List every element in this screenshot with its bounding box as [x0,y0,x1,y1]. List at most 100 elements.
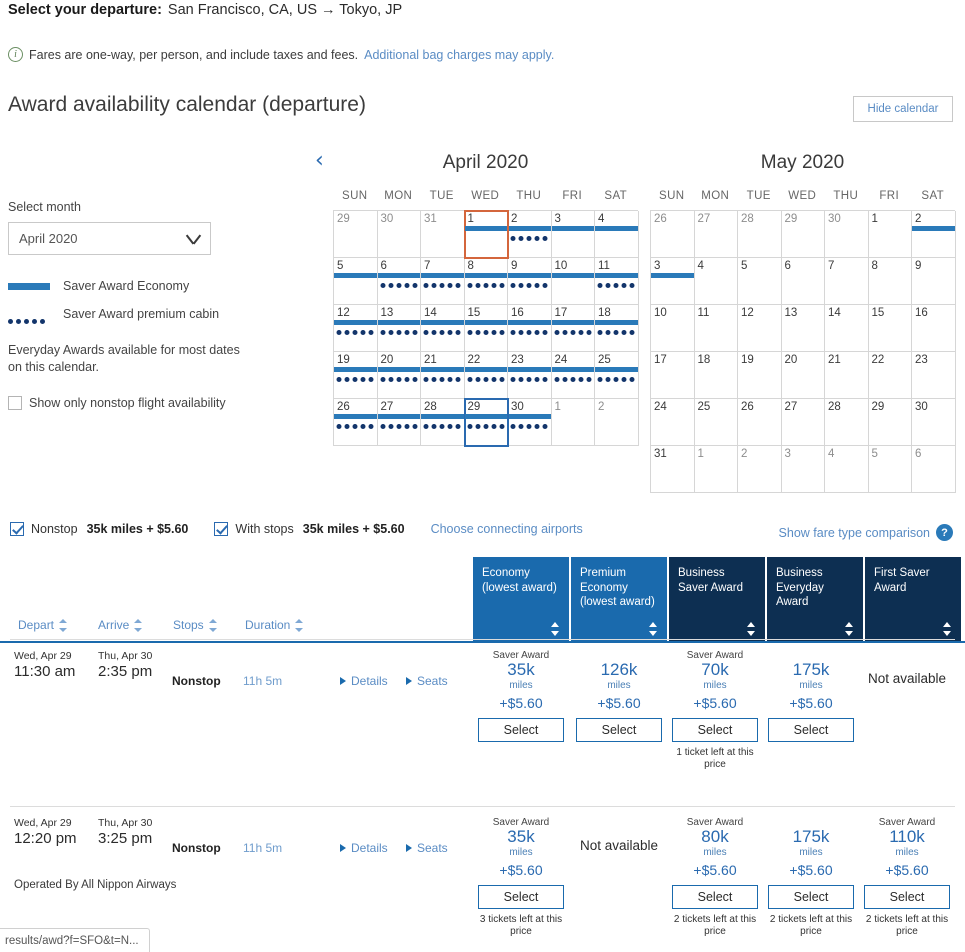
calendar-day-cell[interactable]: 30 [508,399,552,446]
sort-arrows-icon[interactable] [134,618,143,632]
calendar-day-cell[interactable]: 6 [781,258,825,305]
calendar-day-cell[interactable]: 3 [651,258,695,305]
calendar-day-cell[interactable]: 19 [738,352,782,399]
month-select-dropdown[interactable]: April 2020 [8,222,211,255]
select-button[interactable]: Select [576,717,662,742]
calendar-day-cell[interactable]: 1 [694,446,738,493]
calendar-day-cell[interactable]: 9 [912,258,956,305]
select-button[interactable]: Select [478,884,564,909]
select-button[interactable]: Select [864,884,950,909]
calendar-day-cell[interactable]: 30 [377,211,421,258]
calendar-day-cell[interactable]: 18 [694,352,738,399]
calendar-day-cell[interactable]: 17 [551,305,595,352]
choose-connecting-airports-link[interactable]: Choose connecting airports [431,522,583,536]
select-button[interactable]: Select [672,717,758,742]
calendar-day-cell[interactable]: 15 [464,305,508,352]
calendar-day-cell[interactable]: 29 [463,398,509,447]
calendar-day-cell[interactable]: 16 [912,305,956,352]
calendar-day-cell[interactable]: 1 [868,211,912,258]
nonstop-only-checkbox[interactable] [8,395,22,410]
calendar-day-cell[interactable]: 31 [421,211,465,258]
calendar-day-cell[interactable]: 25 [595,352,639,399]
seats-button[interactable]: Seats [406,674,448,688]
calendar-day-cell[interactable]: 31 [651,446,695,493]
calendar-day-cell[interactable]: 1 [463,210,509,259]
calendar-day-cell[interactable]: 26 [334,399,378,446]
calendar-day-cell[interactable]: 27 [377,399,421,446]
calendar-day-cell[interactable]: 27 [694,211,738,258]
calendar-day-cell[interactable]: 20 [781,352,825,399]
calendar-day-cell[interactable]: 11 [595,258,639,305]
calendar-day-cell[interactable]: 4 [825,446,869,493]
calendar-day-cell[interactable]: 8 [464,258,508,305]
calendar-day-cell[interactable]: 30 [912,399,956,446]
calendar-day-cell[interactable]: 12 [738,305,782,352]
select-button[interactable]: Select [768,717,854,742]
calendar-day-cell[interactable]: 13 [781,305,825,352]
details-button[interactable]: Details [340,841,388,855]
calendar-day-cell[interactable]: 2 [738,446,782,493]
calendar-day-cell[interactable]: 28 [825,399,869,446]
calendar-day-cell[interactable]: 29 [334,211,378,258]
bag-charges-link[interactable]: Additional bag charges may apply. [364,48,554,62]
calendar-day-cell[interactable]: 16 [508,305,552,352]
nonstop-only-checkbox-row[interactable]: Show only nonstop flight availability [8,395,318,410]
select-button[interactable]: Select [478,717,564,742]
sort-header-depart[interactable]: Depart [18,618,68,632]
calendar-day-cell[interactable]: 5 [868,446,912,493]
calendar-day-cell[interactable]: 28 [738,211,782,258]
calendar-day-cell[interactable]: 14 [421,305,465,352]
calendar-day-cell[interactable]: 4 [694,258,738,305]
sort-arrows-icon[interactable] [59,618,68,632]
calendar-day-cell[interactable]: 27 [781,399,825,446]
calendar-day-cell[interactable]: 22 [868,352,912,399]
calendar-day-cell[interactable]: 2 [912,211,956,258]
prev-month-arrow-icon[interactable]: ‹ [315,150,324,172]
calendar-day-cell[interactable]: 21 [825,352,869,399]
calendar-day-cell[interactable]: 21 [421,352,465,399]
calendar-day-cell[interactable]: 20 [377,352,421,399]
calendar-day-cell[interactable]: 30 [825,211,869,258]
fare-comparison-row[interactable]: Show fare type comparison ? [779,524,953,541]
calendar-day-cell[interactable]: 7 [421,258,465,305]
select-button[interactable]: Select [768,884,854,909]
calendar-day-cell[interactable]: 6 [912,446,956,493]
sort-arrows-icon[interactable] [295,618,304,632]
calendar-day-cell[interactable]: 23 [912,352,956,399]
seats-button[interactable]: Seats [406,841,448,855]
calendar-day-cell[interactable]: 6 [377,258,421,305]
calendar-day-cell[interactable]: 7 [825,258,869,305]
calendar-day-cell[interactable]: 2 [508,211,552,258]
sort-header-stops[interactable]: Stops [173,618,217,632]
calendar-day-cell[interactable]: 4 [595,211,639,258]
calendar-day-cell[interactable]: 8 [868,258,912,305]
calendar-day-cell[interactable]: 18 [595,305,639,352]
nonstop-filter-checkbox[interactable] [10,522,24,536]
sort-header-arrive[interactable]: Arrive [98,618,143,632]
calendar-day-cell[interactable]: 3 [781,446,825,493]
calendar-day-cell[interactable]: 28 [421,399,465,446]
calendar-day-cell[interactable]: 25 [694,399,738,446]
select-button[interactable]: Select [672,884,758,909]
details-button[interactable]: Details [340,674,388,688]
calendar-day-cell[interactable]: 12 [334,305,378,352]
calendar-day-cell[interactable]: 11 [694,305,738,352]
calendar-day-cell[interactable]: 19 [334,352,378,399]
calendar-day-cell[interactable]: 29 [781,211,825,258]
calendar-day-cell[interactable]: 10 [651,305,695,352]
calendar-day-cell[interactable]: 14 [825,305,869,352]
sort-arrows-icon[interactable] [208,618,217,632]
calendar-day-cell[interactable]: 29 [868,399,912,446]
calendar-day-cell[interactable]: 17 [651,352,695,399]
show-fare-comparison-link[interactable]: Show fare type comparison [779,526,930,540]
calendar-day-cell[interactable]: 24 [551,352,595,399]
calendar-day-cell[interactable]: 2 [595,399,639,446]
hide-calendar-button[interactable]: Hide calendar [853,96,953,122]
calendar-day-cell[interactable]: 26 [651,211,695,258]
calendar-day-cell[interactable]: 13 [377,305,421,352]
calendar-day-cell[interactable]: 1 [551,399,595,446]
sort-header-duration[interactable]: Duration [245,618,304,632]
calendar-day-cell[interactable]: 15 [868,305,912,352]
calendar-day-cell[interactable]: 5 [334,258,378,305]
calendar-day-cell[interactable]: 24 [651,399,695,446]
